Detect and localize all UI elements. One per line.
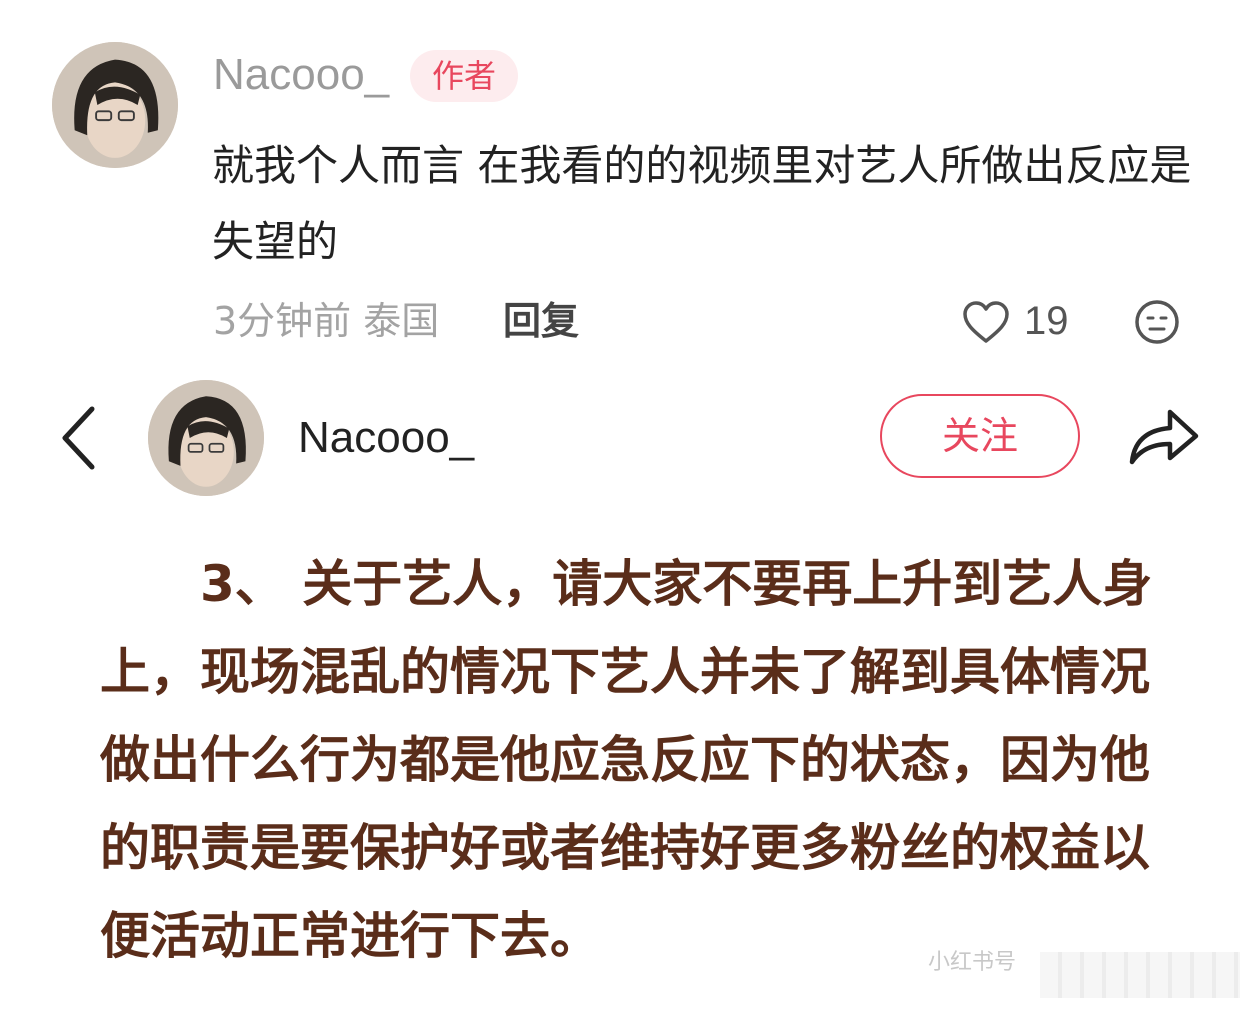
follow-button[interactable]: 关注 [880,394,1080,478]
like-count: 19 [1024,299,1069,343]
post-body-text: 3、 关于艺人，请大家不要再上升到艺人身上，现场混乱的情况下艺人并未了解到具体情… [100,555,1153,965]
reply-button[interactable]: 回复 [503,296,579,346]
post-body: 3、 关于艺人，请大家不要再上升到艺人身上，现场混乱的情况下艺人并未了解到具体情… [100,540,1170,980]
watermark-text: 小红书号 [928,950,1017,975]
back-icon[interactable] [60,405,96,471]
comment-meta: 3分钟前 泰国 [213,299,440,343]
heart-icon[interactable] [962,300,1010,344]
watermark-bar [1040,952,1240,998]
comment-username[interactable]: Nacooo_ [213,48,389,102]
post-avatar[interactable] [148,380,264,496]
post-username[interactable]: Nacooo_ [298,410,474,466]
comment-avatar[interactable] [52,42,178,168]
author-badge: 作者 [410,50,518,102]
comment-text: 就我个人而言 在我看的的视频里对艺人所做出反应是失望的 [212,141,1192,266]
emoji-icon[interactable] [1134,299,1180,345]
share-icon[interactable] [1128,402,1200,468]
